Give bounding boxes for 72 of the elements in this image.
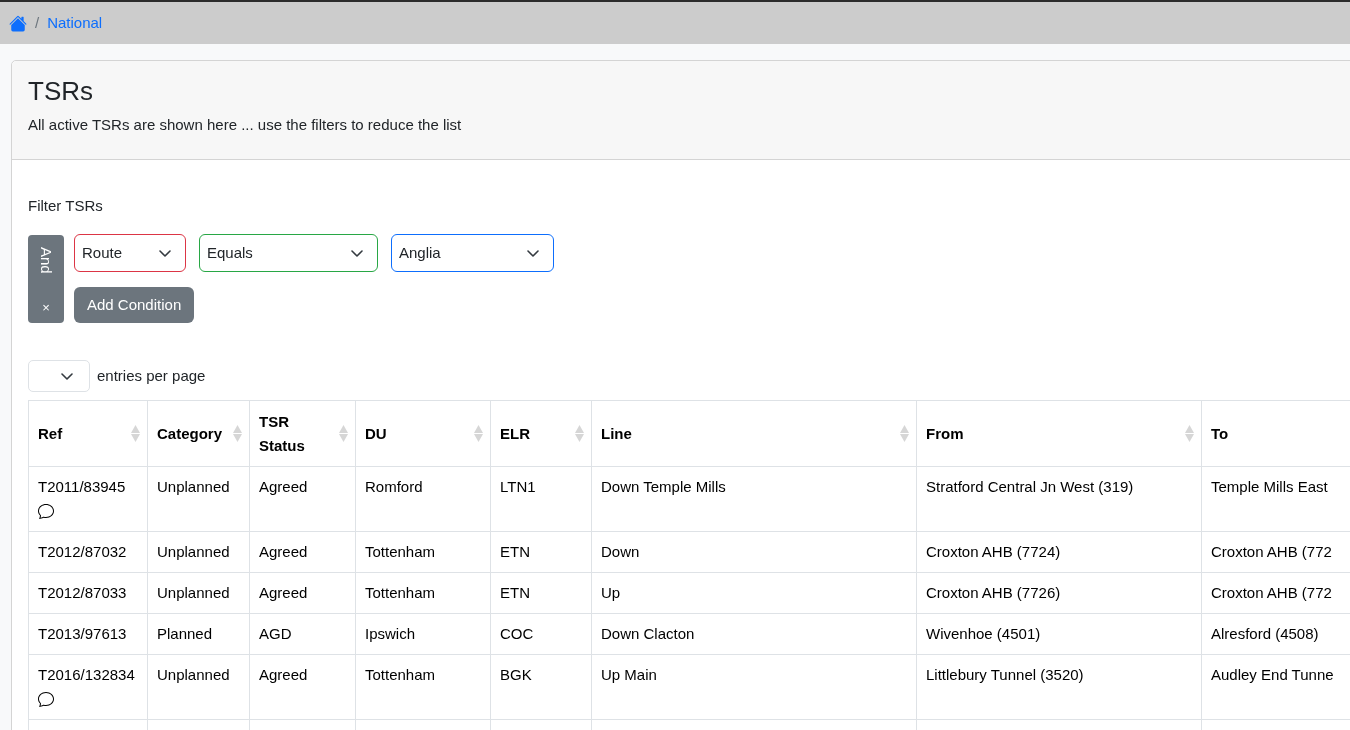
- tsr-reference: T2012/87032: [38, 542, 127, 562]
- table-cell-text: Croxton AHB (7724): [926, 543, 1061, 560]
- table-cell-text: Down Temple Mills: [601, 478, 726, 495]
- add-condition-button[interactable]: Add Condition: [74, 287, 195, 323]
- condition-select[interactable]: Anglia: [391, 234, 554, 272]
- table-cell-text: Down: [601, 543, 640, 560]
- table-cell-text: Romford: [365, 478, 423, 495]
- table-cell-text: Planned: [157, 625, 213, 642]
- tsr-reference: T2012/87033: [38, 583, 127, 603]
- table-cell-text: Unplanned: [157, 543, 230, 560]
- sort-icon[interactable]: [900, 425, 909, 442]
- column-header[interactable]: From: [926, 421, 964, 446]
- sort-icon[interactable]: [233, 425, 242, 442]
- sort-icon[interactable]: [1185, 425, 1194, 442]
- tsr-reference: T2013/97613: [38, 624, 127, 644]
- home-icon[interactable]: [9, 14, 27, 32]
- speech-bubble-icon[interactable]: [38, 691, 54, 707]
- chevron-down-icon: [159, 249, 171, 257]
- page-size-label: entries per page: [97, 365, 206, 386]
- table-cell-text: Tottenham: [365, 666, 436, 683]
- column-header[interactable]: DU: [365, 421, 387, 446]
- table-cell-text: Wivenhoe (4501): [926, 625, 1041, 642]
- tsr-reference: T2011/83945: [38, 477, 126, 497]
- sort-icon[interactable]: [131, 425, 140, 442]
- page-size-select[interactable]: [28, 360, 90, 392]
- table-cell-text: Stratford Central Jn West (319): [926, 478, 1134, 495]
- table-cell-text: Croxton AHB (7726): [926, 584, 1061, 601]
- column-header[interactable]: Ref: [38, 421, 63, 446]
- table-cell-text: Agreed: [259, 478, 308, 495]
- chevron-down-icon: [527, 249, 539, 257]
- table-cell-text: Unplanned: [157, 584, 230, 601]
- logic-operator-toggle[interactable]: And: [38, 247, 54, 274]
- table-cell-text: LTN1: [500, 478, 536, 495]
- condition-select[interactable]: Route: [74, 234, 186, 272]
- table-cell-text: Unplanned: [157, 478, 230, 495]
- tsr-reference: T2016/132834: [38, 665, 135, 685]
- table-cell-text: Agreed: [259, 666, 308, 683]
- table-cell-text: Croxton AHB (772: [1211, 543, 1332, 560]
- table-cell-text: Agreed: [259, 543, 308, 560]
- sort-icon[interactable]: [575, 425, 584, 442]
- table-cell-text: ETN: [500, 584, 530, 601]
- column-header[interactable]: ELR: [500, 421, 530, 446]
- filter-label: Filter TSRs: [28, 196, 103, 216]
- page-title: TSRs: [28, 75, 93, 108]
- page-subtitle: All active TSRs are shown here ... use the filters to reduce the list: [28, 115, 462, 135]
- speech-bubble-icon[interactable]: [38, 503, 54, 519]
- table-cell-text: COC: [500, 625, 534, 642]
- table-cell-text: Temple Mills East: [1211, 478, 1328, 495]
- breadcrumb-separator: /: [35, 12, 40, 33]
- table-cell-text: Audley End Tunne: [1211, 666, 1334, 683]
- table-cell-text: Tottenham: [365, 584, 436, 601]
- table-cell-text: ETN: [500, 543, 530, 560]
- remove-group-button[interactable]: ×: [42, 299, 50, 317]
- table-cell-text: Tottenham: [365, 543, 436, 560]
- table-cell-text: Up Main: [601, 666, 657, 683]
- sort-icon[interactable]: [474, 425, 483, 442]
- condition-select[interactable]: Equals: [199, 234, 378, 272]
- table-cell-text: Littlebury Tunnel (3520): [926, 666, 1084, 683]
- table-cell-text: Agreed: [259, 584, 308, 601]
- table-cell-text: Down Clacton: [601, 625, 695, 642]
- table-cell-text: Alresford (4508): [1211, 625, 1319, 642]
- table-cell-text: Ipswich: [365, 625, 416, 642]
- table-cell-text: Unplanned: [157, 666, 230, 683]
- table-cell-text: AGD: [259, 625, 292, 642]
- table-cell-text: Croxton AHB (772: [1211, 584, 1332, 601]
- chevron-down-icon: [351, 249, 363, 257]
- chevron-down-icon: [61, 372, 73, 380]
- column-header[interactable]: Line: [601, 421, 632, 446]
- table-cell-text: BGK: [500, 666, 532, 683]
- column-header[interactable]: To: [1211, 421, 1229, 446]
- sort-icon[interactable]: [339, 425, 348, 442]
- table-cell-text: Up: [601, 584, 621, 601]
